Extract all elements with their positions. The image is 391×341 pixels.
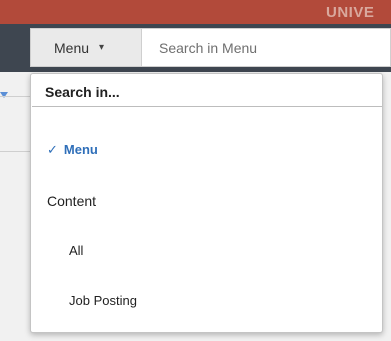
banner-logo-text: UNIVE xyxy=(326,4,375,21)
dropdown-group-label: Content xyxy=(47,193,97,209)
dropdown-item-label: All xyxy=(69,243,84,258)
dropdown-item-label: Menu xyxy=(63,142,98,157)
check-icon: ✓ xyxy=(47,142,58,157)
dropdown-item-all[interactable]: All xyxy=(69,243,83,258)
dropdown-item-label: Job Posting xyxy=(69,293,137,308)
dropdown-header: Search in... xyxy=(45,84,120,100)
top-banner: UNIVE xyxy=(0,0,391,24)
chevron-down-icon: ▾ xyxy=(99,42,105,53)
background-divider xyxy=(0,96,30,97)
search-scope-button[interactable]: Menu ▾ xyxy=(30,28,142,67)
dropdown-divider xyxy=(32,106,382,107)
expand-arrow-icon[interactable] xyxy=(0,92,8,98)
dropdown-item-menu[interactable]: ✓ Menu xyxy=(47,142,98,158)
search-scope-label: Menu xyxy=(54,39,90,56)
background-divider xyxy=(0,151,30,152)
search-scope-dropdown: Search in... ✓ Menu Content All Job Posti… xyxy=(30,73,383,333)
search-input[interactable] xyxy=(142,28,391,67)
dropdown-item-job-posting[interactable]: Job Posting xyxy=(69,293,137,308)
